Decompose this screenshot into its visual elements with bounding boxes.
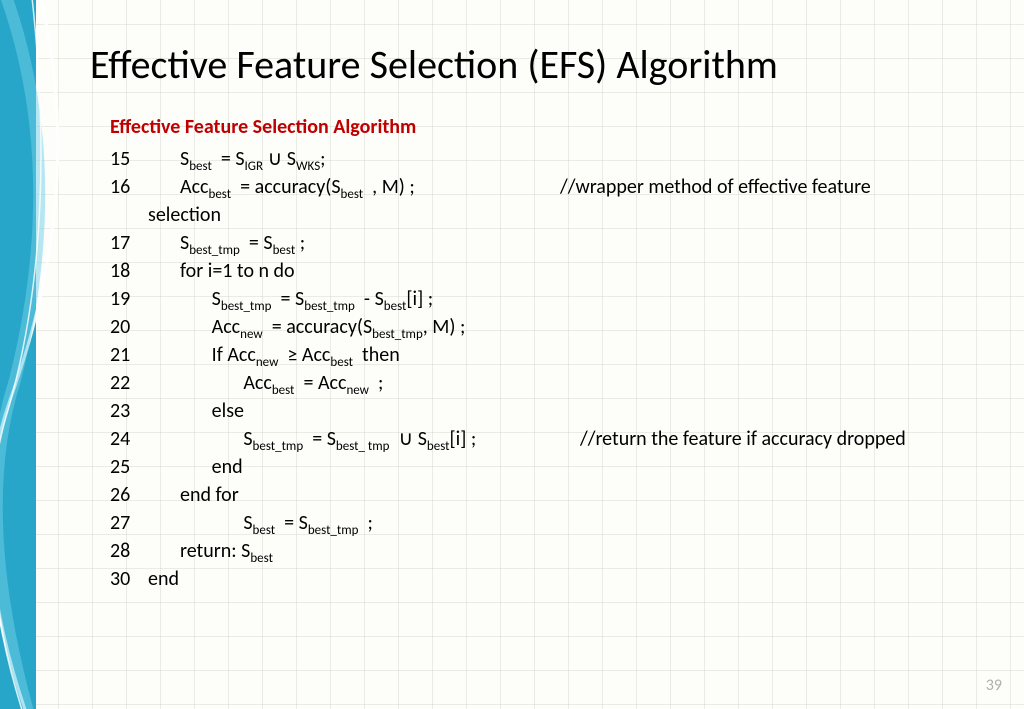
code-text: end (148, 565, 179, 593)
line-number: 22 (110, 369, 180, 397)
line-number: 19 (110, 285, 180, 313)
line-number: 25 (110, 453, 180, 481)
code-line: 21 If Accnew ≥ Accbest then (110, 341, 994, 369)
code-text: for i=1 to n do (180, 257, 295, 285)
code-text: Sbest = SIGR ∪ SWKS; (180, 145, 326, 173)
code-line-wrap: selection (110, 201, 994, 229)
line-number: 17 (110, 229, 180, 257)
code-line: 24 Sbest_tmp = Sbest_ tmp ∪ Sbest[i] ; /… (110, 425, 994, 453)
line-number: 21 (110, 341, 180, 369)
code-text: Sbest_tmp = Sbest_tmp - Sbest[i] ; (180, 285, 433, 313)
line-number: 24 (110, 425, 180, 453)
code-text: return: Sbest (180, 537, 273, 565)
code-line: 16 Accbest = accuracy(Sbest , M) ; //wra… (110, 173, 994, 201)
line-number: 23 (110, 397, 180, 425)
code-line: 30 end (110, 565, 994, 593)
code-text: end (180, 453, 243, 481)
code-text: end for (180, 481, 239, 509)
line-number: 26 (110, 481, 180, 509)
code-text: selection (148, 201, 221, 229)
code-line: 17 Sbest_tmp = Sbest ; (110, 229, 994, 257)
code-line: 27 Sbest = Sbest_tmp ; (110, 509, 994, 537)
code-text: Sbest_tmp = Sbest ; (180, 229, 305, 257)
line-number: 30 (110, 565, 148, 593)
slide-content: Effective Feature Selection (EFS) Algori… (90, 40, 994, 699)
code-line: 26 end for (110, 481, 994, 509)
code-line: 28 return: Sbest (110, 537, 994, 565)
page-number: 39 (986, 676, 1002, 695)
slide-title: Effective Feature Selection (EFS) Algori… (90, 40, 994, 89)
line-number: 28 (110, 537, 180, 565)
code-line: 23 else (110, 397, 994, 425)
slide: Effective Feature Selection (EFS) Algori… (0, 0, 1024, 709)
code-comment: //wrapper method of effective feature (560, 173, 871, 201)
code-text: Sbest = Sbest_tmp ; (180, 509, 373, 537)
line-number: 15 (110, 145, 180, 173)
line-number: 20 (110, 313, 180, 341)
swoosh-graphic (0, 0, 60, 709)
code-text: Accnew = accuracy(Sbest_tmp, M) ; (180, 313, 465, 341)
code-text: If Accnew ≥ Accbest then (180, 341, 400, 369)
code-line: 19 Sbest_tmp = Sbest_tmp - Sbest[i] ; (110, 285, 994, 313)
code-line: 20 Accnew = accuracy(Sbest_tmp, M) ; (110, 313, 994, 341)
algorithm-block: Effective Feature Selection Algorithm 15… (110, 113, 994, 593)
left-decoration (0, 0, 60, 709)
code-text: Accbest = accuracy(Sbest , M) ; (180, 173, 530, 201)
code-line: 15 Sbest = SIGR ∪ SWKS; (110, 145, 994, 173)
line-number: 16 (110, 173, 180, 201)
line-number: 18 (110, 257, 180, 285)
code-comment: //return the feature if accuracy dropped (580, 425, 906, 453)
code-line: 25 end (110, 453, 994, 481)
code-text: else (180, 397, 244, 425)
code-line: 22 Accbest = Accnew ; (110, 369, 994, 397)
code-line: 18 for i=1 to n do (110, 257, 994, 285)
code-text: Sbest_tmp = Sbest_ tmp ∪ Sbest[i] ; (180, 425, 540, 453)
code-text: Accbest = Accnew ; (180, 369, 383, 397)
line-number: 27 (110, 509, 180, 537)
algorithm-title: Effective Feature Selection Algorithm (110, 113, 994, 141)
